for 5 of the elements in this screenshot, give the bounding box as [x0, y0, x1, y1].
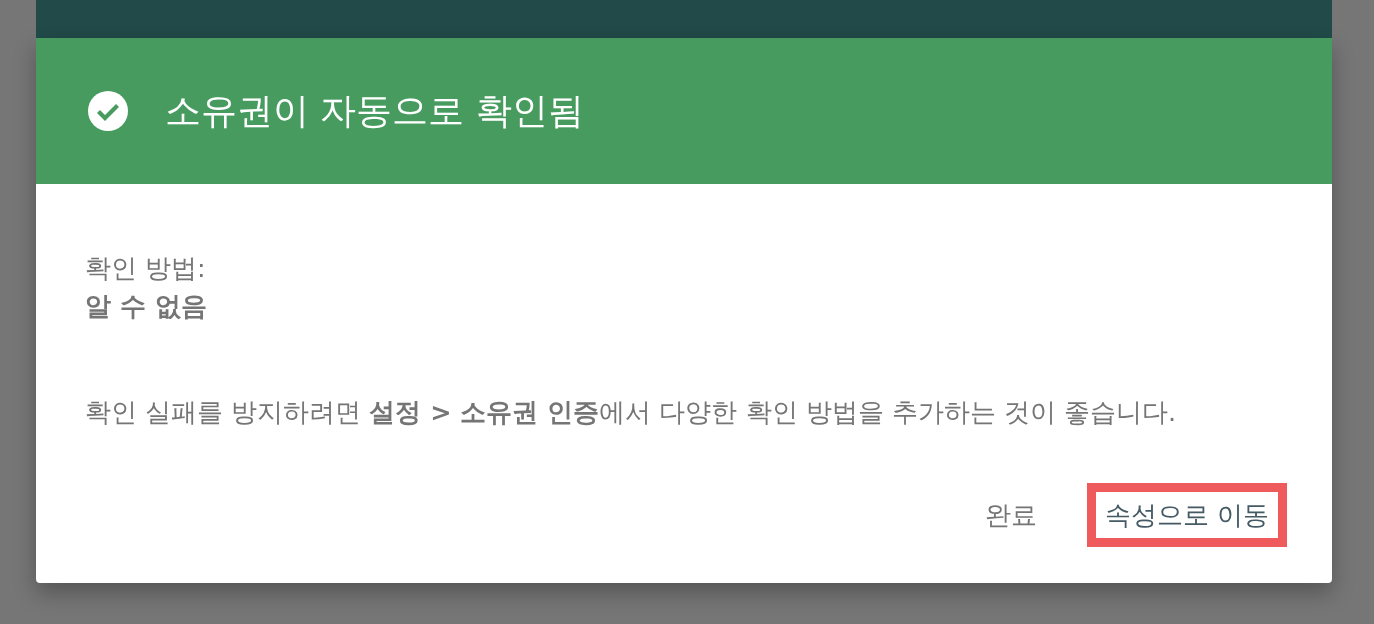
method-label: 확인 방법: — [85, 252, 207, 285]
advice-text: 확인 실패를 방지하려면 설정 > 소유권 인증에서 다양한 확인 방법을 추가하는 것이 좋습니다. — [85, 396, 1178, 429]
method-value: 알 수 없음 — [85, 290, 208, 323]
check-circle-icon — [88, 91, 128, 131]
dialog-title: 소유권이 자동으로 확인됨 — [165, 89, 584, 133]
